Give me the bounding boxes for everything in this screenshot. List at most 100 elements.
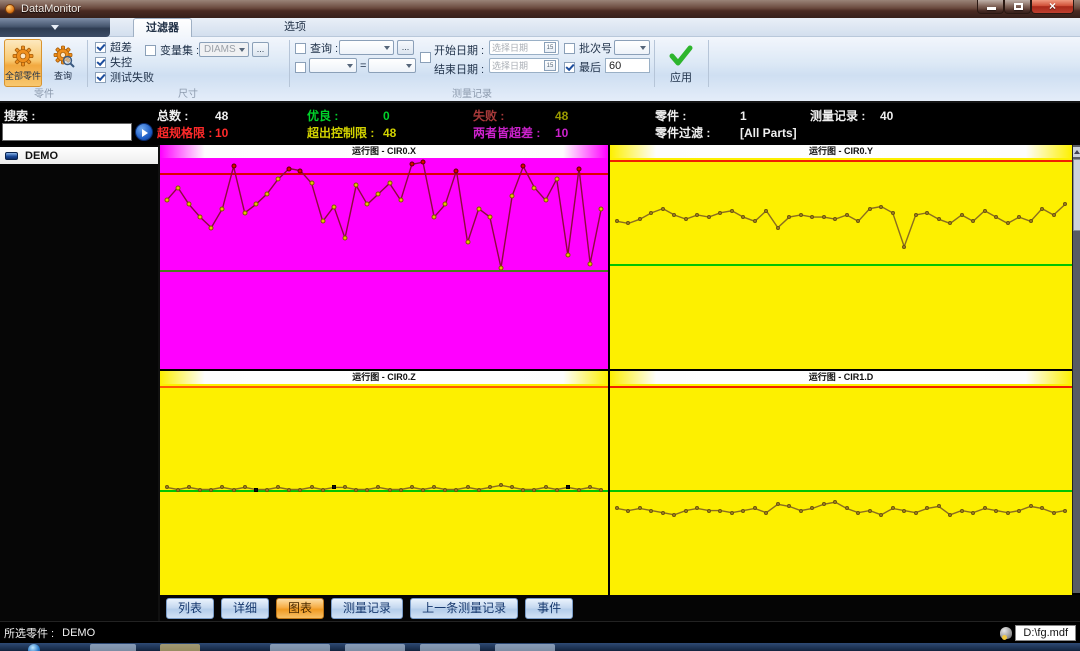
condition-value-dropdown[interactable]: [368, 58, 416, 73]
datamonitor-window: DataMonitor × 过滤器 选项: [0, 0, 1080, 651]
series-polyline: [610, 384, 1072, 595]
data-point: [398, 198, 403, 203]
checkbox-icon: [95, 72, 106, 83]
data-point: [343, 485, 347, 489]
data-point: [443, 202, 448, 207]
application-menu-button[interactable]: [0, 18, 110, 37]
minimize-button[interactable]: [977, 0, 1004, 14]
query-checkbox[interactable]: 查询 :: [295, 42, 338, 54]
condition-checkbox[interactable]: [295, 61, 306, 73]
charts-scrollbar[interactable]: [1072, 145, 1080, 593]
data-point: [443, 488, 447, 492]
tab-filter[interactable]: 过滤器: [133, 18, 192, 37]
data-point: [983, 506, 987, 510]
group-label-parts: 零件: [2, 85, 86, 100]
run-chart-cir1d[interactable]: 运行图 - CIR1.D: [610, 371, 1072, 595]
data-point: [776, 502, 780, 506]
ribbon-group-apply: 应用: [658, 37, 706, 101]
data-point: [1063, 509, 1067, 513]
varset-dropdown[interactable]: DIAMS: [199, 42, 249, 57]
batch-checkbox[interactable]: 批次号 :: [564, 42, 618, 54]
start-orb-icon[interactable]: [28, 644, 40, 651]
taskbar-item[interactable]: [90, 644, 136, 651]
data-point: [565, 253, 570, 258]
varset-checkbox[interactable]: 变量集 :: [145, 44, 199, 56]
status-right: D:\fg.mdf: [1000, 625, 1076, 641]
tab-previous-record[interactable]: 上一条测量记录: [410, 598, 518, 619]
run-chart-cir0z[interactable]: 运行图 - CIR0.Z: [160, 371, 608, 595]
stats-bar: 搜索 : 总数 :48 超规格限 :10 优良 :0 超出控制限 :48 失败 …: [0, 103, 1080, 145]
checkbox-icon: [295, 62, 306, 73]
tab-chart[interactable]: 图表: [276, 598, 324, 619]
data-point: [856, 511, 860, 515]
taskbar-item[interactable]: [160, 644, 200, 651]
data-point: [1017, 215, 1021, 219]
all-parts-button[interactable]: 全部零件: [4, 39, 42, 87]
end-date-input[interactable]: 选择日期 15: [489, 58, 559, 73]
data-point: [960, 509, 964, 513]
query-dropdown[interactable]: [339, 40, 394, 55]
chevron-down-icon: [640, 46, 646, 50]
checkbox-out-of-control[interactable]: 失控: [95, 56, 132, 68]
data-point: [510, 485, 514, 489]
stat-col-good: 优良 :0 超出控制限 :48: [307, 107, 396, 141]
chevron-down-icon: [51, 25, 59, 30]
group-divider: [289, 40, 290, 87]
close-button[interactable]: ×: [1031, 0, 1074, 14]
data-point: [615, 219, 619, 223]
condition-field-dropdown[interactable]: [309, 58, 357, 73]
run-chart-cir0x[interactable]: 运行图 - CIR0.X: [160, 145, 608, 369]
taskbar-item[interactable]: [420, 644, 480, 651]
checkbox-label: 测试失败: [110, 69, 154, 85]
maximize-icon: [1014, 3, 1023, 10]
start-date-input[interactable]: 选择日期 15: [489, 40, 559, 55]
varset-value: DIAMS: [204, 44, 236, 55]
taskbar-item[interactable]: [345, 644, 405, 651]
data-point: [695, 506, 699, 510]
data-point: [265, 488, 269, 492]
series-polyline: [160, 384, 608, 595]
chart-plot-area: [610, 158, 1072, 369]
query-parts-button[interactable]: 查询: [44, 39, 82, 87]
data-point: [638, 506, 642, 510]
tab-options[interactable]: 选项: [272, 18, 318, 37]
database-path: D:\fg.mdf: [1015, 625, 1076, 641]
apply-button[interactable]: 应用: [658, 39, 704, 91]
last-n-checkbox[interactable]: 最后: [564, 61, 601, 73]
tab-list[interactable]: 列表: [166, 598, 214, 619]
windows-taskbar[interactable]: [0, 643, 1080, 651]
checkbox-test-failed[interactable]: 测试失败: [95, 71, 154, 83]
taskbar-item[interactable]: [495, 644, 555, 651]
date-filter-checkbox[interactable]: [420, 51, 431, 63]
last-n-input[interactable]: 60: [605, 58, 650, 73]
search-go-button[interactable]: [135, 123, 153, 141]
taskbar-item[interactable]: [270, 644, 330, 651]
scroll-up-icon[interactable]: [1073, 147, 1080, 157]
data-point: [1029, 219, 1033, 223]
last-n-label: 最后: [579, 59, 601, 75]
date-placeholder: 选择日期: [492, 41, 528, 54]
group-divider: [87, 40, 88, 87]
window-controls: ×: [977, 0, 1074, 14]
data-point: [730, 209, 734, 213]
sidebar-item-demo[interactable]: DEMO: [0, 147, 158, 164]
tab-measurement-records[interactable]: 测量记录: [331, 598, 403, 619]
data-point: [477, 488, 481, 492]
tab-events[interactable]: 事件: [525, 598, 573, 619]
varset-more-button[interactable]: ...: [252, 42, 269, 57]
checkbox-out-of-tolerance[interactable]: 超差: [95, 41, 132, 53]
batch-label: 批次号 :: [579, 40, 618, 56]
data-point: [544, 485, 548, 489]
search-input[interactable]: [2, 123, 132, 141]
charts-column: 运行图 - CIR0.X 运行图 - CIR0.Y: [160, 145, 1080, 621]
data-point: [914, 213, 918, 217]
run-chart-cir0y[interactable]: 运行图 - CIR0.Y: [610, 145, 1072, 369]
batch-dropdown[interactable]: [614, 40, 650, 55]
stat-label: 优良 :: [307, 107, 383, 124]
data-point: [532, 185, 537, 190]
scrollbar-thumb[interactable]: [1073, 159, 1080, 231]
maximize-button[interactable]: [1004, 0, 1031, 14]
query-more-button[interactable]: ...: [397, 40, 414, 55]
tab-detail[interactable]: 详细: [221, 598, 269, 619]
data-point: [164, 198, 169, 203]
